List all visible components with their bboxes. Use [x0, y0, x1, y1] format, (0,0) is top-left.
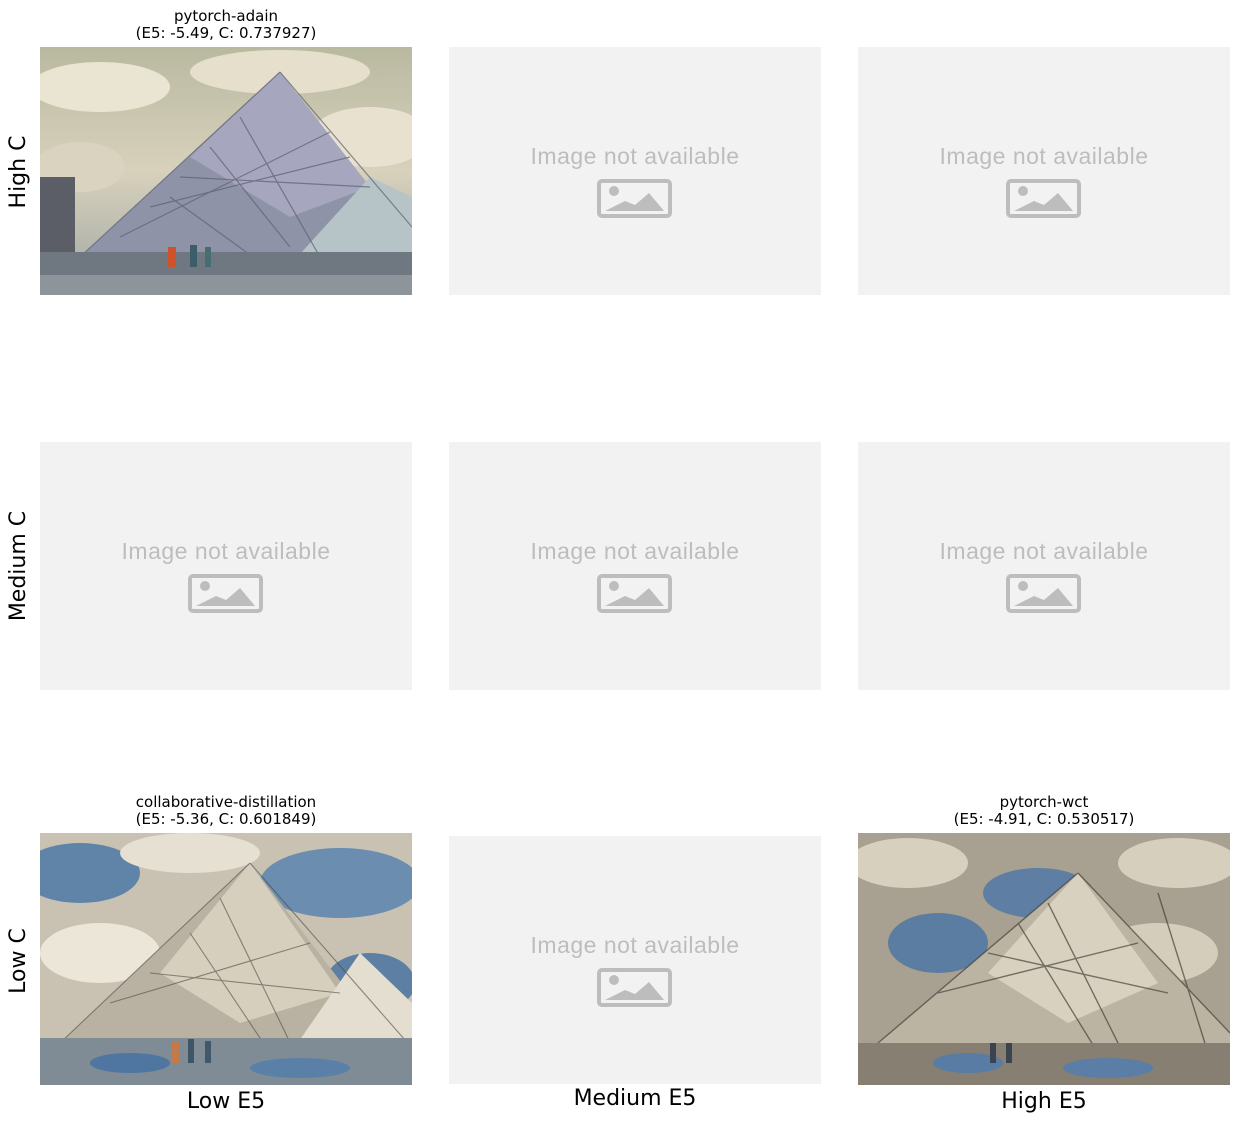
grid-cell-high-c-medium-e5: Image not available — [449, 47, 821, 295]
image-icon — [188, 574, 263, 613]
placeholder-text: Image not available — [530, 538, 740, 564]
image-placeholder: Image not available — [858, 442, 1230, 690]
image-placeholder: Image not available — [449, 47, 821, 295]
image-icon — [1006, 179, 1081, 218]
row-label-medium-c: Medium C — [6, 510, 31, 622]
row-label-low-c: Low C — [6, 928, 31, 994]
image-icon — [597, 968, 672, 1007]
image-icon — [597, 179, 672, 218]
cell-title-scores: (E5: -5.36, C: 0.601849) — [135, 810, 317, 828]
image-placeholder: Image not available — [40, 442, 412, 690]
stylized-image — [40, 47, 412, 295]
placeholder-text: Image not available — [939, 538, 1149, 564]
cell-title-method: pytorch-adain — [173, 7, 279, 25]
image-placeholder: Image not available — [449, 442, 821, 690]
cell-title-method: pytorch-wct — [999, 793, 1089, 811]
placeholder-text: Image not available — [530, 143, 740, 169]
grid-cell-high-c-low-e5: pytorch-adain (E5: -5.49, C: 0.737927) — [40, 8, 412, 298]
grid-cell-medium-c-high-e5: Image not available — [858, 442, 1230, 690]
image-icon — [597, 574, 672, 613]
image-placeholder: Image not available — [449, 836, 821, 1084]
col-label-medium-e5: Medium E5 — [573, 1086, 697, 1111]
grid-cell-low-c-high-e5: pytorch-wct (E5: -4.91, C: 0.530517) — [858, 794, 1230, 1086]
cell-title-scores: (E5: -4.91, C: 0.530517) — [953, 810, 1135, 828]
grid-cell-high-c-high-e5: Image not available — [858, 47, 1230, 295]
grid-cell-medium-c-low-e5: Image not available — [40, 442, 412, 690]
placeholder-text: Image not available — [530, 932, 740, 958]
stylized-image — [40, 833, 412, 1085]
col-label-low-e5: Low E5 — [186, 1089, 266, 1114]
image-placeholder: Image not available — [858, 47, 1230, 295]
image-icon — [1006, 574, 1081, 613]
placeholder-text: Image not available — [121, 538, 331, 564]
row-label-high-c: High C — [6, 135, 31, 209]
col-label-high-e5: High E5 — [1001, 1089, 1087, 1114]
grid-cell-low-c-medium-e5: Image not available — [449, 836, 821, 1084]
cell-title-method: collaborative-distillation — [135, 793, 317, 811]
stylized-image — [858, 833, 1230, 1085]
placeholder-text: Image not available — [939, 143, 1149, 169]
grid-cell-low-c-low-e5: collaborative-distillation (E5: -5.36, C… — [40, 794, 412, 1086]
grid-cell-medium-c-medium-e5: Image not available — [449, 442, 821, 690]
cell-title-scores: (E5: -5.49, C: 0.737927) — [135, 24, 317, 42]
